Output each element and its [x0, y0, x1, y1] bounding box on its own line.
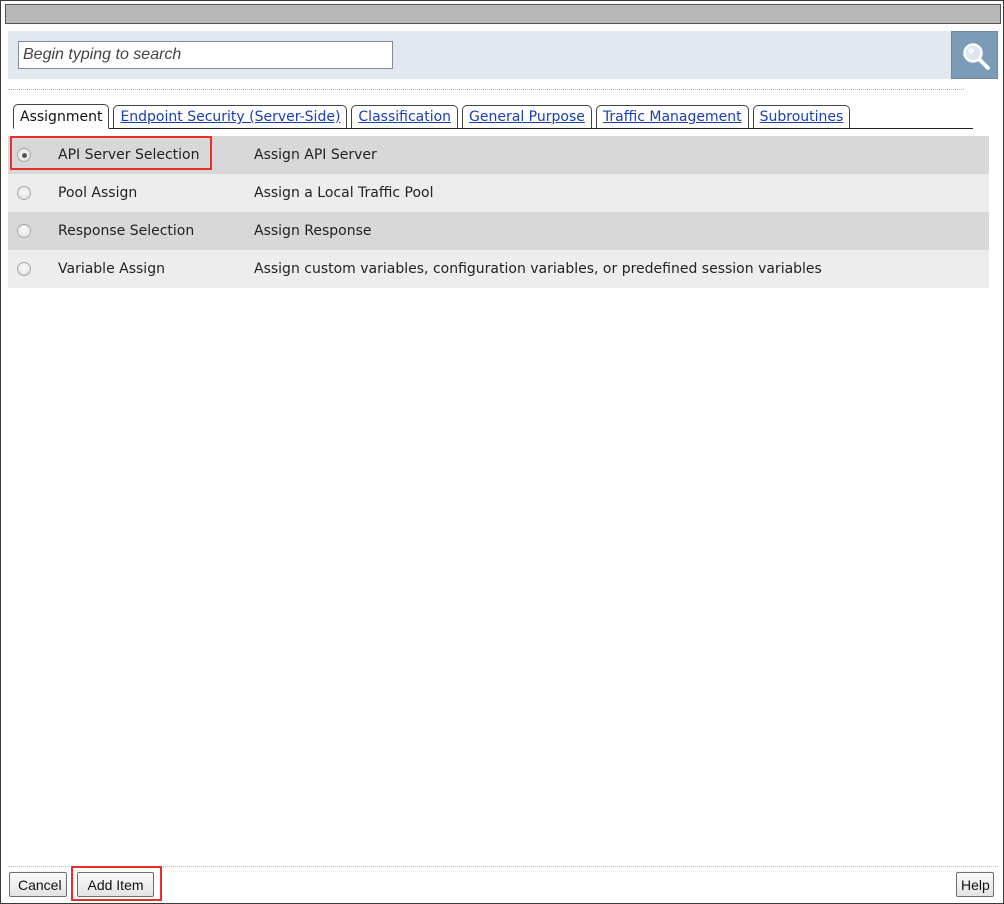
- radio-button[interactable]: [17, 262, 31, 276]
- dialog-window: Assignment Endpoint Security (Server-Sid…: [0, 0, 1004, 904]
- list-item[interactable]: Variable Assign Assign custom variables,…: [8, 250, 989, 288]
- item-description: Assign a Local Traffic Pool: [254, 185, 434, 201]
- item-name: Variable Assign: [58, 261, 165, 277]
- item-description: Assign Response: [254, 223, 372, 239]
- tab-subroutines[interactable]: Subroutines: [752, 105, 851, 128]
- item-name: Response Selection: [58, 223, 195, 239]
- magnifier-icon: [963, 43, 990, 70]
- search-input[interactable]: [18, 41, 393, 69]
- tab-traffic-management[interactable]: Traffic Management: [595, 105, 749, 128]
- radio-button[interactable]: [17, 186, 31, 200]
- add-item-button[interactable]: Add Item: [77, 872, 154, 897]
- item-name: Pool Assign: [58, 185, 138, 201]
- item-description: Assign API Server: [254, 147, 377, 163]
- footer-divider: [8, 866, 998, 867]
- search-button[interactable]: [951, 31, 998, 79]
- search-bar: [8, 31, 998, 79]
- tab-general-purpose[interactable]: General Purpose: [462, 105, 592, 128]
- radio-button[interactable]: [17, 148, 31, 162]
- divider: [8, 89, 964, 90]
- cancel-button[interactable]: Cancel: [9, 872, 67, 897]
- tab-bar: Assignment Endpoint Security (Server-Sid…: [13, 104, 973, 129]
- title-bar[interactable]: [5, 4, 1001, 24]
- tab-endpoint-security[interactable]: Endpoint Security (Server-Side): [113, 105, 348, 128]
- item-name: API Server Selection: [58, 147, 200, 163]
- list-item[interactable]: Pool Assign Assign a Local Traffic Pool: [8, 174, 989, 212]
- radio-button[interactable]: [17, 224, 31, 238]
- list-item[interactable]: Response Selection Assign Response: [8, 212, 989, 250]
- item-list: API Server Selection Assign API Server P…: [8, 136, 989, 288]
- item-description: Assign custom variables, configuration v…: [254, 261, 822, 277]
- help-button[interactable]: Help: [956, 872, 994, 897]
- list-item[interactable]: API Server Selection Assign API Server: [8, 136, 989, 174]
- tab-assignment[interactable]: Assignment: [13, 104, 110, 129]
- tab-classification[interactable]: Classification: [351, 105, 459, 128]
